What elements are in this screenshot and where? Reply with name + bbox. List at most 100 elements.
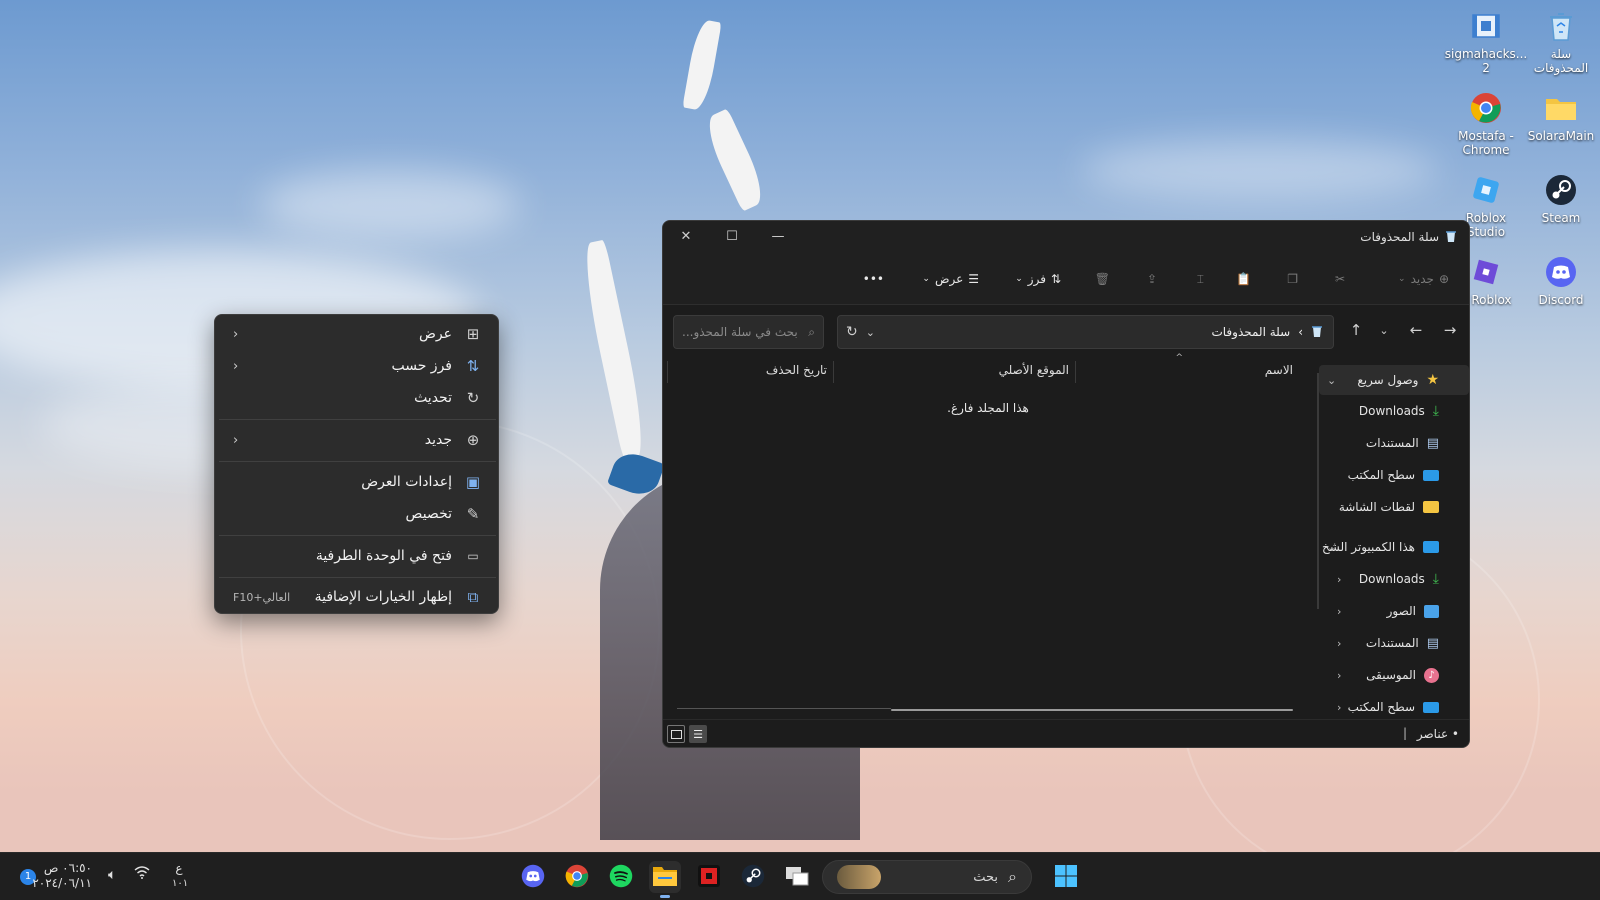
- minimize-button[interactable]: —: [755, 221, 801, 251]
- clock[interactable]: ٠٦:٥٠ ص ٢٠٢٤/٠٦/١١: [32, 861, 92, 891]
- rename-button[interactable]: ⌶: [1197, 267, 1204, 291]
- share-icon: ⇪: [1146, 272, 1157, 286]
- view-button[interactable]: ☰ عرض ⌄: [922, 267, 979, 291]
- column-divider: [667, 361, 668, 383]
- volume-icon[interactable]: 🔈︎: [108, 867, 116, 883]
- chevron-left-icon: ‹: [1337, 636, 1342, 650]
- close-button[interactable]: ✕: [663, 221, 709, 251]
- menu-item-new[interactable]: ⊕ جديد ‹: [219, 424, 496, 456]
- taskbar-roblox[interactable]: [693, 861, 725, 893]
- more-options-button[interactable]: •••: [863, 267, 884, 291]
- file-list-pane: الاسم ^ الموقع الأصلي تاريخ الحذف هذا ال…: [663, 353, 1313, 717]
- desktop-icon-recycle-bin[interactable]: سلة المحذوفات: [1525, 8, 1597, 75]
- discord-icon: [521, 864, 545, 891]
- list-view-button[interactable]: ☰: [689, 725, 707, 743]
- recent-locations-button[interactable]: ⌄: [1373, 319, 1395, 341]
- taskbar-spotify[interactable]: [605, 861, 637, 893]
- item-count: • عناصر: [1416, 727, 1459, 741]
- details-view-icon: [670, 729, 682, 739]
- delete-button[interactable]: 🗑: [1095, 267, 1110, 291]
- search-input[interactable]: ⌕ بحث في سلة المحذو...: [673, 315, 824, 349]
- menu-item-show-more-options[interactable]: ⧉ إظهار الخيارات الإضافية العالي+F10: [219, 581, 496, 613]
- desktop-icon-label: سلة المحذوفات: [1533, 47, 1589, 75]
- recycle-bin-icon: [1311, 324, 1323, 340]
- nav-quick-access[interactable]: ⌄ ★ وصول سريع: [1319, 365, 1469, 395]
- paste-button[interactable]: 📋: [1236, 267, 1251, 291]
- copy-button[interactable]: ❐: [1287, 267, 1298, 291]
- chevron-down-icon: ⌄: [1379, 323, 1389, 337]
- details-view-button[interactable]: [667, 725, 685, 743]
- desktop-icon-solaramain[interactable]: SolaraMain: [1525, 90, 1597, 143]
- document-icon: ▤: [1426, 635, 1439, 651]
- menu-item-sort-by[interactable]: ⇅ فرز حسب ‹: [219, 350, 496, 382]
- share-button[interactable]: ⇪: [1147, 267, 1157, 291]
- document-icon: ▤: [1426, 435, 1439, 451]
- folder-icon: [1543, 90, 1579, 126]
- nav-quick-screenshots[interactable]: لقطات الشاشة: [1319, 492, 1469, 522]
- column-header-original-location[interactable]: الموقع الأصلي: [999, 363, 1069, 377]
- nav-pc-desktop[interactable]: ‹ سطح المكتب: [1319, 692, 1469, 722]
- desktop-icon-sigmahacks[interactable]: sigmahacks... 2: [1445, 8, 1527, 75]
- taskbar-task-view[interactable]: [781, 861, 813, 893]
- chevron-left-icon: ‹: [233, 326, 239, 342]
- breadcrumb[interactable]: سلة المحذوفات: [1211, 325, 1290, 339]
- arrow-up-icon: ↑: [1349, 321, 1363, 339]
- taskbar-file-explorer[interactable]: [649, 861, 681, 898]
- wifi-icon[interactable]: [134, 866, 150, 883]
- language-indicator[interactable]: ع ١٠١: [172, 861, 188, 891]
- nav-quick-documents[interactable]: ▤ المستندات: [1319, 428, 1469, 458]
- menu-item-personalize[interactable]: ✎ تخصيص: [219, 498, 496, 530]
- desktop-icon-label: Steam: [1541, 211, 1581, 225]
- terminal-icon: ▭: [467, 549, 479, 563]
- view-icon: ☰: [968, 272, 979, 286]
- menu-item-display-settings[interactable]: ▣ إعدادات العرض: [219, 466, 496, 498]
- clock-date: ٢٠٢٤/٠٦/١١: [32, 876, 92, 890]
- roblox-icon: [1468, 254, 1504, 290]
- taskbar-steam[interactable]: [737, 861, 769, 893]
- desktop-icon: [1423, 469, 1439, 481]
- spotify-icon: [609, 864, 633, 891]
- nav-pc-documents[interactable]: ‹ ▤ المستندات: [1319, 628, 1469, 658]
- refresh-button[interactable]: ↻: [846, 324, 858, 340]
- navigation-pane: ⌄ ★ وصول سريع ⤓ Downloads ▤ المستندات سط…: [1319, 353, 1469, 717]
- desktop-icon-mostafa-chrome[interactable]: Mostafa - Chrome: [1450, 90, 1522, 157]
- taskbar-chrome[interactable]: [561, 861, 593, 893]
- folder-icon: [1423, 501, 1439, 513]
- taskbar-search[interactable]: ⌕ بحث: [822, 860, 1032, 894]
- sort-button[interactable]: ⇅ فرز ⌄: [1015, 267, 1061, 291]
- start-button[interactable]: [1050, 861, 1082, 893]
- menu-item-open-terminal[interactable]: ▭ فتح في الوحدة الطرفية: [219, 540, 496, 572]
- column-header-name[interactable]: الاسم: [1265, 363, 1293, 377]
- nav-pc-pictures[interactable]: ‹ الصور: [1319, 596, 1469, 626]
- menu-item-refresh[interactable]: ↻ تحديث: [219, 382, 496, 414]
- address-bar[interactable]: › سلة المحذوفات ⌄ ↻: [837, 315, 1334, 349]
- column-header-date-deleted[interactable]: تاريخ الحذف: [766, 363, 827, 377]
- nav-quick-downloads[interactable]: ⤓ Downloads: [1319, 396, 1469, 426]
- taskbar-discord[interactable]: [517, 861, 549, 893]
- title-bar: ✕ ☐ — سلة المحذوفات: [663, 221, 1469, 251]
- maximize-button[interactable]: ☐: [709, 221, 755, 251]
- forward-button[interactable]: →: [1439, 319, 1461, 341]
- chevron-down-icon: ⌄: [922, 274, 930, 284]
- nav-pc-downloads[interactable]: ‹ ⤓ Downloads: [1319, 564, 1469, 594]
- nav-quick-desktop[interactable]: سطح المكتب: [1319, 460, 1469, 490]
- back-button[interactable]: ←: [1405, 319, 1427, 341]
- horizontal-scrollbar-thumb[interactable]: [891, 709, 1293, 711]
- nav-pc-music[interactable]: ‹ ♪ الموسيقى: [1319, 660, 1469, 690]
- column-divider: [833, 361, 834, 383]
- desktop-icon-steam[interactable]: Steam: [1525, 172, 1597, 225]
- desktop-icon-label: Mostafa - Chrome: [1458, 129, 1514, 157]
- nav-this-pc[interactable]: ⌄ هذا الكمبيوتر الشخ: [1319, 532, 1469, 562]
- address-dropdown-button[interactable]: ⌄: [866, 326, 875, 339]
- up-button[interactable]: ↑: [1345, 319, 1367, 341]
- chevron-down-icon: ⌄: [1327, 373, 1337, 387]
- scissors-icon: ✂: [1334, 272, 1345, 286]
- cut-button[interactable]: ✂: [1335, 267, 1345, 291]
- sort-ascending-icon: ^: [1175, 353, 1183, 363]
- menu-separator: [219, 461, 496, 462]
- chevron-down-icon: ⌄: [1015, 274, 1023, 284]
- desktop-icon-label: SolaraMain: [1527, 129, 1595, 143]
- new-button[interactable]: ⊕ جديد ⌄: [1398, 267, 1449, 291]
- menu-item-view[interactable]: ⊞ عرض ‹: [219, 318, 496, 350]
- desktop-icon-discord[interactable]: Discord: [1525, 254, 1597, 307]
